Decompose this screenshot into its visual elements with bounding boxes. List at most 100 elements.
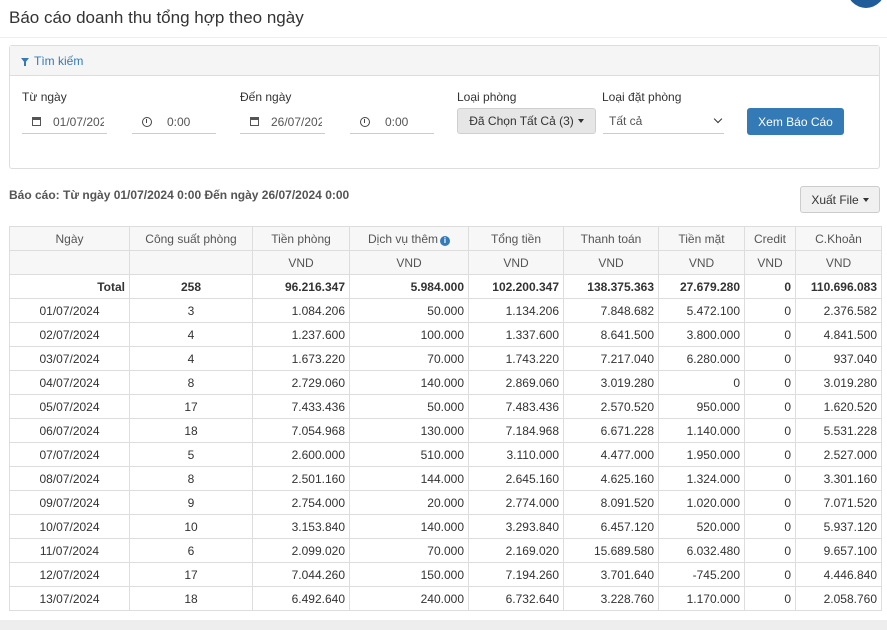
table-row: 04/07/2024 8 2.729.060 140.000 2.869.060 3.01… bbox=[9, 370, 882, 395]
table-cell: Total bbox=[9, 274, 130, 299]
table-cell: 0 bbox=[744, 346, 796, 371]
table-cell: 2.754.000 bbox=[252, 490, 350, 515]
horizontal-scrollbar[interactable] bbox=[0, 620, 887, 630]
caret-down-icon bbox=[577, 119, 584, 123]
table-cell: 258 bbox=[129, 274, 253, 299]
room-type-label: Loại phòng bbox=[457, 90, 517, 104]
to-date-value: 26/07/2024 bbox=[271, 114, 322, 129]
table-cell: 5.984.000 bbox=[349, 274, 469, 299]
table-cell: 70.000 bbox=[349, 538, 469, 563]
table-cell: 09/07/2024 bbox=[9, 490, 130, 515]
table-cell: 1.337.600 bbox=[468, 322, 564, 347]
table-row: 01/07/2024 3 1.084.206 50.000 1.134.206 7.848… bbox=[9, 298, 882, 323]
table-cell: 1.140.000 bbox=[658, 418, 745, 443]
table-cell: 3.293.840 bbox=[468, 514, 564, 539]
table-cell: 2.099.020 bbox=[252, 538, 350, 563]
column-header: Thanh toán bbox=[563, 226, 659, 251]
table-cell: 2.169.020 bbox=[468, 538, 564, 563]
search-panel-header[interactable]: Tìm kiếm bbox=[10, 46, 879, 76]
table-cell: 0 bbox=[744, 514, 796, 539]
table-cell: 1.950.000 bbox=[658, 442, 745, 467]
table-cell: 5.472.100 bbox=[658, 298, 745, 323]
column-header: Tổng tiền bbox=[468, 226, 564, 251]
table-row: 13/07/2024 18 6.492.640 240.000 6.732.640 3.2… bbox=[9, 586, 882, 611]
table-cell: 4 bbox=[129, 322, 253, 347]
table-cell: 7.194.260 bbox=[468, 562, 564, 587]
table-cell: 3.019.280 bbox=[563, 370, 659, 395]
to-date-field[interactable]: 26/07/2024 bbox=[240, 110, 325, 134]
from-date-value: 01/07/2024 bbox=[53, 114, 104, 129]
table-cell: 3.110.000 bbox=[468, 442, 564, 467]
table-cell: 7.054.968 bbox=[252, 418, 350, 443]
table-cell: 140.000 bbox=[349, 370, 469, 395]
table-cell: 10 bbox=[129, 514, 253, 539]
table-cell: 02/07/2024 bbox=[9, 322, 130, 347]
table-cell bbox=[129, 250, 253, 275]
table-cell: 8 bbox=[129, 370, 253, 395]
column-header-services: Dịch vụ thêm i bbox=[349, 226, 469, 251]
table-row: 06/07/2024 18 7.054.968 130.000 7.184.968 6.6… bbox=[9, 418, 882, 443]
column-header: Công suất phòng bbox=[129, 226, 253, 251]
table-cell: 0 bbox=[744, 322, 796, 347]
table-header-row: Ngày Công suất phòng Tiền phòng Dịch vụ … bbox=[9, 226, 882, 251]
table-cell: 1.673.220 bbox=[252, 346, 350, 371]
table-cell: 1.620.520 bbox=[795, 394, 882, 419]
table-cell: 100.000 bbox=[349, 322, 469, 347]
table-cell: VND bbox=[744, 250, 796, 275]
table-cell: 03/07/2024 bbox=[9, 346, 130, 371]
table-cell: 27.679.280 bbox=[658, 274, 745, 299]
to-time-field[interactable]: 0:00 bbox=[350, 110, 434, 134]
clock-icon bbox=[142, 116, 152, 127]
table-cell: 0 bbox=[744, 370, 796, 395]
from-time-field[interactable]: 0:00 bbox=[132, 110, 216, 134]
table-cell: 50.000 bbox=[349, 394, 469, 419]
table-cell: 510.000 bbox=[349, 442, 469, 467]
table-cell: 5 bbox=[129, 442, 253, 467]
table-cell: 7.483.436 bbox=[468, 394, 564, 419]
table-cell: 0 bbox=[744, 442, 796, 467]
export-file-button[interactable]: Xuất File bbox=[800, 186, 880, 213]
table-cell: 08/07/2024 bbox=[9, 466, 130, 491]
table-cell: 2.570.520 bbox=[563, 394, 659, 419]
room-type-multiselect[interactable]: Đã Chọn Tất Cả (3) bbox=[457, 108, 596, 134]
table-cell: 520.000 bbox=[658, 514, 745, 539]
total-row: Total 258 96.216.347 5.984.000 102.200.347 13… bbox=[9, 274, 882, 299]
table-cell: VND bbox=[795, 250, 882, 275]
chevron-down-icon bbox=[713, 114, 723, 124]
table-cell: 6.492.640 bbox=[252, 586, 350, 611]
table-cell: 3.228.760 bbox=[563, 586, 659, 611]
table-cell: 6.457.120 bbox=[563, 514, 659, 539]
table-cell: 3.800.000 bbox=[658, 322, 745, 347]
table-cell: 1.084.206 bbox=[252, 298, 350, 323]
table-cell: 0 bbox=[744, 562, 796, 587]
export-file-label: Xuất File bbox=[811, 192, 859, 207]
table-cell: VND bbox=[468, 250, 564, 275]
table-cell: 07/07/2024 bbox=[9, 442, 130, 467]
table-cell: 0 bbox=[744, 298, 796, 323]
table-cell: 0 bbox=[744, 466, 796, 491]
table-cell: 240.000 bbox=[349, 586, 469, 611]
table-cell: 1.134.206 bbox=[468, 298, 564, 323]
calendar-icon bbox=[32, 117, 41, 126]
table-cell: 6 bbox=[129, 538, 253, 563]
table-cell: 13/07/2024 bbox=[9, 586, 130, 611]
user-avatar[interactable] bbox=[847, 0, 885, 8]
table-row: 11/07/2024 6 2.099.020 70.000 2.169.020 15.68… bbox=[9, 538, 882, 563]
booking-type-select[interactable]: Tất cả bbox=[603, 108, 724, 134]
to-date-label: Đến ngày bbox=[240, 90, 292, 104]
column-header: Tiền mặt bbox=[658, 226, 745, 251]
table-cell: 2.501.160 bbox=[252, 466, 350, 491]
table-cell: 6.671.228 bbox=[563, 418, 659, 443]
view-report-button[interactable]: Xem Báo Cáo bbox=[747, 108, 844, 135]
table-cell: 05/07/2024 bbox=[9, 394, 130, 419]
table-cell: 102.200.347 bbox=[468, 274, 564, 299]
table-cell: 950.000 bbox=[658, 394, 745, 419]
from-date-field[interactable]: 01/07/2024 bbox=[22, 110, 107, 134]
table-cell: 144.000 bbox=[349, 466, 469, 491]
column-header: Tiền phòng bbox=[252, 226, 350, 251]
info-circle-icon[interactable]: i bbox=[440, 235, 451, 246]
column-header: Credit bbox=[744, 226, 796, 251]
page-title: Báo cáo doanh thu tổng hợp theo ngày bbox=[9, 8, 304, 27]
calendar-icon bbox=[250, 117, 259, 126]
room-type-value: Đã Chọn Tất Cả (3) bbox=[469, 114, 574, 128]
